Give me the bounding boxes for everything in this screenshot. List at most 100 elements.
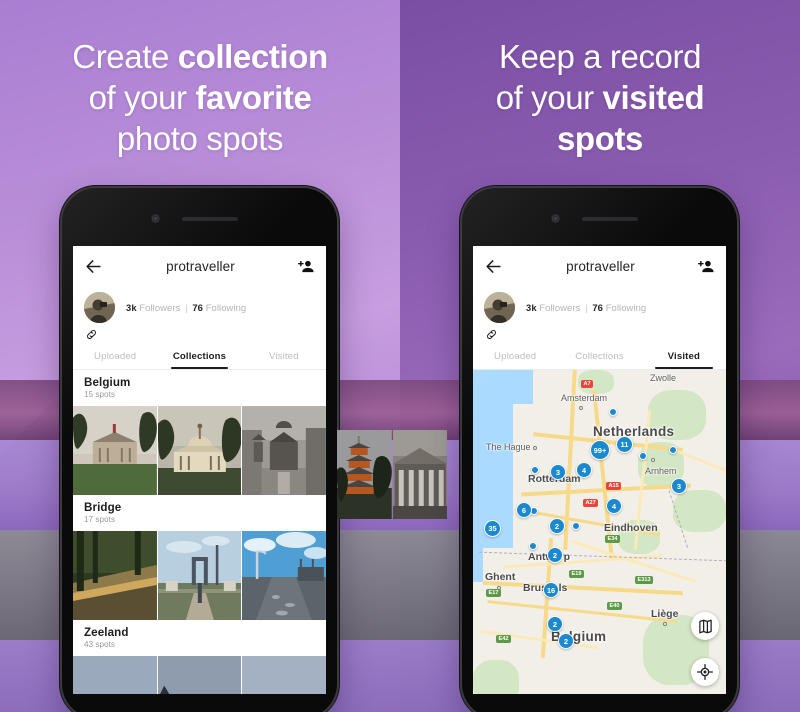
photo-thumbnail[interactable] bbox=[73, 531, 157, 620]
photo-thumbnail[interactable] bbox=[337, 430, 392, 519]
collection-header-bridge[interactable]: Bridge 17 spots bbox=[73, 495, 326, 531]
photo-thumbnail[interactable] bbox=[73, 406, 157, 495]
headline-right: Keep a record of your visited spots bbox=[414, 36, 786, 159]
map-shield-e19: E19 bbox=[569, 570, 584, 579]
photo-domed-building bbox=[157, 406, 242, 495]
map-label-arnhem: Arnhem bbox=[645, 466, 677, 476]
collection-spot-count: 15 spots bbox=[84, 390, 115, 399]
tab-uploaded[interactable]: Uploaded bbox=[473, 346, 557, 369]
map-green-southwest bbox=[473, 660, 519, 694]
photo-thumbnail[interactable] bbox=[157, 531, 242, 620]
link-icon[interactable] bbox=[485, 328, 498, 341]
map-cluster[interactable]: 16 bbox=[543, 582, 559, 598]
map-cluster[interactable]: 99+ bbox=[590, 440, 610, 460]
map-cluster[interactable]: 35 bbox=[484, 520, 501, 537]
map-cluster[interactable]: 3 bbox=[671, 478, 687, 494]
profile-tabs: Uploaded Collections Visited bbox=[73, 346, 326, 370]
map-shield-a7: A7 bbox=[581, 380, 594, 389]
avatar-photo bbox=[84, 292, 115, 323]
photo-thumbnail[interactable] bbox=[392, 430, 447, 519]
collection-photo-strip-bridge bbox=[73, 531, 326, 620]
profile-link-row bbox=[73, 323, 326, 346]
followers-label: Followers bbox=[139, 302, 181, 313]
collection-name: Zeeland bbox=[84, 626, 129, 639]
map-cluster[interactable]: 4 bbox=[576, 462, 592, 478]
followers-label: Followers bbox=[539, 302, 581, 313]
photo-classical-facade bbox=[392, 430, 447, 519]
tab-visited[interactable]: Visited bbox=[242, 346, 326, 369]
map-pin[interactable] bbox=[572, 522, 580, 530]
map-label-zwolle: Zwolle bbox=[650, 373, 677, 383]
link-icon[interactable] bbox=[85, 328, 98, 341]
photo-thumbnail[interactable] bbox=[242, 531, 326, 620]
add-user-icon[interactable] bbox=[298, 258, 315, 275]
photo-thumbnail[interactable] bbox=[242, 406, 326, 495]
back-arrow-icon[interactable] bbox=[84, 257, 103, 276]
map-cluster[interactable]: 2 bbox=[558, 633, 574, 649]
photo-palace bbox=[73, 406, 157, 495]
map-pin[interactable] bbox=[639, 452, 647, 460]
profile-row: 3k Followers | 76 Following bbox=[473, 287, 726, 323]
headline-right-line2-bold: visited bbox=[602, 79, 705, 116]
map-pin[interactable] bbox=[529, 542, 537, 550]
photo-coast-2 bbox=[157, 656, 242, 694]
avatar[interactable] bbox=[484, 292, 515, 323]
map-dot-arnhem bbox=[651, 458, 655, 462]
tab-uploaded[interactable]: Uploaded bbox=[73, 346, 157, 369]
tab-visited[interactable]: Visited bbox=[642, 346, 726, 369]
map-cluster[interactable]: 11 bbox=[616, 436, 633, 453]
back-arrow-icon[interactable] bbox=[484, 257, 503, 276]
map-shield-e40: E40 bbox=[607, 602, 622, 611]
collection-header-zeeland[interactable]: Zeeland 43 spots bbox=[73, 620, 326, 656]
headline-left-line2-bold: favorite bbox=[195, 79, 312, 116]
map-layers-button[interactable] bbox=[691, 612, 719, 640]
app-bar: protraveller bbox=[473, 246, 726, 287]
photo-thumbnail[interactable] bbox=[157, 406, 242, 495]
add-user-icon[interactable] bbox=[698, 258, 715, 275]
collection-header-belgium[interactable]: Belgium 15 spots bbox=[73, 370, 326, 406]
breakout-photo-group-belgium bbox=[337, 430, 447, 519]
photo-thumbnail[interactable] bbox=[73, 656, 157, 694]
map-shield-e17: E17 bbox=[486, 589, 501, 598]
collection-spot-count: 17 spots bbox=[84, 515, 115, 524]
stats-separator: | bbox=[185, 302, 188, 313]
map-pin[interactable] bbox=[609, 408, 617, 416]
map-dot-liege bbox=[663, 622, 667, 626]
avatar[interactable] bbox=[84, 292, 115, 323]
following-label: Following bbox=[605, 302, 647, 313]
map-cluster[interactable]: 3 bbox=[550, 464, 566, 480]
photo-coast-3 bbox=[242, 656, 326, 694]
profile-link-row bbox=[473, 323, 726, 346]
map-dot-the-hague bbox=[533, 446, 537, 450]
following-count: 76 bbox=[592, 302, 603, 313]
headline-right-line3-bold: spots bbox=[556, 120, 643, 157]
map-cluster[interactable]: 2 bbox=[549, 518, 565, 534]
app-bar: protraveller bbox=[73, 246, 326, 287]
my-location-button[interactable] bbox=[691, 658, 719, 686]
map-cluster[interactable]: 6 bbox=[516, 502, 532, 518]
visited-spots-map[interactable]: Zwolle Amsterdam Netherlands The Hague R… bbox=[473, 370, 726, 694]
phone-mockup-right: protraveller 3k Followers | 76 Following… bbox=[462, 188, 737, 712]
map-pin[interactable] bbox=[531, 466, 539, 474]
app-screen-collections: protraveller 3k Followers | 76 Following… bbox=[73, 246, 326, 694]
map-cluster[interactable]: 2 bbox=[547, 547, 563, 563]
tab-collections[interactable]: Collections bbox=[157, 346, 241, 369]
map-pin[interactable] bbox=[669, 446, 677, 454]
tab-collections[interactable]: Collections bbox=[557, 346, 641, 369]
earpiece-speaker bbox=[581, 217, 638, 221]
photo-thumbnail[interactable] bbox=[242, 656, 326, 694]
headline-left-line1-bold: collection bbox=[177, 38, 328, 75]
headline-left: Create collection of your favorite photo… bbox=[14, 36, 386, 159]
profile-row: 3k Followers | 76 Following bbox=[73, 287, 326, 323]
collection-photo-strip-belgium bbox=[73, 406, 326, 495]
map-shield-e313: E313 bbox=[635, 576, 654, 585]
photo-city-street bbox=[242, 406, 326, 495]
map-dot-amsterdam bbox=[579, 406, 583, 410]
collection-spot-count: 43 spots bbox=[84, 640, 115, 649]
map-cluster[interactable]: 4 bbox=[606, 498, 622, 514]
photo-thumbnail[interactable] bbox=[157, 656, 242, 694]
map-cluster[interactable]: 2 bbox=[547, 616, 563, 632]
collections-list: Belgium 15 spots Bridge 17 spots Zeeland… bbox=[73, 370, 326, 694]
photo-wet-road-bridge bbox=[242, 531, 326, 620]
app-screen-visited: protraveller 3k Followers | 76 Following… bbox=[473, 246, 726, 694]
